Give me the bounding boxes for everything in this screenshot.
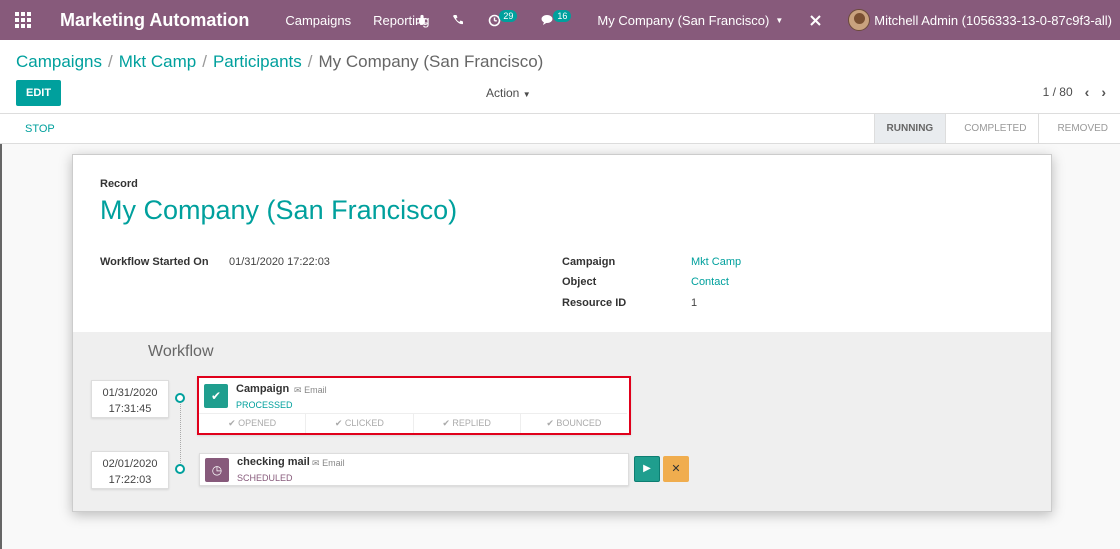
record-title: My Company (San Francisco) [100, 195, 458, 225]
campaign-link[interactable]: Mkt Camp [691, 256, 741, 268]
activity-name: checking mail [237, 456, 310, 468]
tools-icon[interactable] [809, 14, 822, 27]
check-circle-icon: ✔ [334, 418, 343, 428]
activity-status: SCHEDULED [237, 473, 293, 483]
record-label: Record [100, 178, 138, 190]
check-circle-icon: ✔ [228, 418, 236, 428]
object-link[interactable]: Contact [691, 276, 729, 288]
stop-button[interactable]: STOP [25, 123, 55, 135]
action-dropdown[interactable]: Action ▼ [486, 86, 531, 100]
phone-icon[interactable] [452, 14, 464, 26]
cancel-button[interactable]: ✕ [663, 456, 689, 482]
object-label: Object [562, 276, 597, 288]
breadcrumb-current: My Company (San Francisco) [318, 52, 544, 71]
stat-bounced-label: BOUNCED [556, 418, 602, 428]
stat-opened: ✔ OPENED [199, 414, 305, 433]
user-avatar[interactable] [848, 9, 871, 31]
messages-badge: 16 [553, 10, 572, 22]
messages-icon[interactable]: 16 [541, 10, 572, 26]
activity-type-label: Email [304, 385, 327, 395]
caret-down-icon: ▼ [522, 90, 531, 99]
main-navbar: Marketing Automation Campaigns Reporting… [0, 0, 1120, 40]
activity-type-label: Email [322, 458, 345, 468]
edit-button[interactable]: EDIT [16, 80, 62, 106]
bug-icon[interactable] [416, 14, 428, 26]
action-label: Action [486, 86, 520, 100]
activity-card-checking-mail[interactable]: ◷ checking mail ✉ Email SCHEDULED [199, 453, 629, 486]
activity-date-day: 01/31/2020 [102, 387, 158, 399]
chevron-down-icon[interactable]: ▼ [775, 16, 783, 25]
company-switcher[interactable]: My Company (San Francisco) [597, 13, 769, 28]
pager: 1 / 80 ‹ › [1043, 84, 1106, 100]
app-brand[interactable]: Marketing Automation [60, 10, 249, 31]
systray: 29 16 My Company (San Francisco) ▼ Mitch… [404, 0, 1120, 40]
user-menu[interactable]: Mitchell Admin (1056333-13-0-87c9f3-all) [874, 13, 1112, 28]
pager-value[interactable]: 1 / 80 [1043, 85, 1073, 99]
timeline-dot [175, 393, 185, 403]
envelope-icon: ✉ [294, 385, 302, 395]
activity-type: ✉ Email [312, 458, 345, 469]
activity-date-day: 02/01/2020 [102, 458, 158, 470]
timeline-dot [175, 464, 185, 474]
apps-menu-icon[interactable] [0, 0, 46, 40]
stage-removed[interactable]: REMOVED [1038, 114, 1120, 143]
workflow-started-label: Workflow Started On [100, 256, 209, 268]
stage-completed[interactable]: COMPLETED [945, 114, 1039, 143]
activity-status: PROCESSED [236, 400, 293, 410]
form-sheet: Record My Company (San Francisco) Workfl… [72, 154, 1052, 512]
stage-running[interactable]: RUNNING [873, 114, 946, 143]
workflow-title: Workflow [148, 343, 214, 360]
chevron-right-icon[interactable]: › [1101, 84, 1106, 100]
envelope-icon: ✉ [312, 458, 320, 468]
breadcrumb-participants[interactable]: Participants [213, 52, 302, 71]
activity-name: Campaign [236, 383, 290, 395]
stat-replied-label: REPLIED [452, 418, 491, 428]
campaign-label: Campaign [562, 256, 616, 268]
activity-stats: ✔ OPENED ✔ CLICKED ✔ REPLIED ✔ BOUNCED [199, 413, 627, 433]
activity-date: 02/01/2020 17:22:03 [91, 451, 169, 489]
resource-id-label: Resource ID [562, 297, 627, 309]
play-button[interactable]: ▶ [634, 456, 660, 482]
control-panel: Campaigns / Mkt Camp / Participants / My Compa… [0, 40, 1120, 114]
menu-campaigns[interactable]: Campaigns [285, 13, 351, 28]
check-circle-icon: ✔ [546, 418, 554, 428]
workflow-started-value: 01/31/2020 17:22:03 [229, 256, 330, 268]
activity-type: ✉ Email [294, 385, 327, 396]
resource-id-value: 1 [691, 297, 698, 309]
activity-date-time: 17:22:03 [108, 474, 152, 486]
check-circle-icon: ✔ [442, 418, 450, 428]
breadcrumb-mkt-camp[interactable]: Mkt Camp [119, 52, 196, 71]
stat-clicked-label: CLICKED [344, 418, 384, 428]
stat-clicked: ✔ CLICKED [305, 414, 412, 433]
clock-icon: ◷ [205, 458, 229, 482]
check-icon: ✔ [204, 384, 228, 408]
activity-card-campaign[interactable]: ✔ Campaign ✉ Email PROCESSED ✔ OPENED ✔ … [197, 376, 631, 435]
breadcrumb-campaigns[interactable]: Campaigns [16, 52, 102, 71]
activity-badge: 29 [499, 10, 518, 22]
activity-date: 01/31/2020 17:31:45 [91, 380, 169, 418]
stat-bounced: ✔ BOUNCED [519, 414, 627, 433]
stage-pipeline: RUNNING COMPLETED REMOVED [873, 114, 1120, 143]
stat-opened-label: OPENED [238, 418, 277, 428]
chevron-left-icon[interactable]: ‹ [1085, 84, 1090, 100]
breadcrumb: Campaigns / Mkt Camp / Participants / My Compa… [16, 52, 544, 71]
workflow-section: Workflow 01/31/2020 17:31:45 ✔ Campaign … [73, 332, 1051, 511]
activity-clock-icon[interactable]: 29 [488, 10, 518, 27]
timeline-line [180, 396, 181, 471]
status-bar: STOP RUNNING COMPLETED REMOVED [0, 114, 1120, 144]
activity-date-time: 17:31:45 [108, 403, 152, 415]
stat-replied: ✔ REPLIED [412, 414, 520, 433]
